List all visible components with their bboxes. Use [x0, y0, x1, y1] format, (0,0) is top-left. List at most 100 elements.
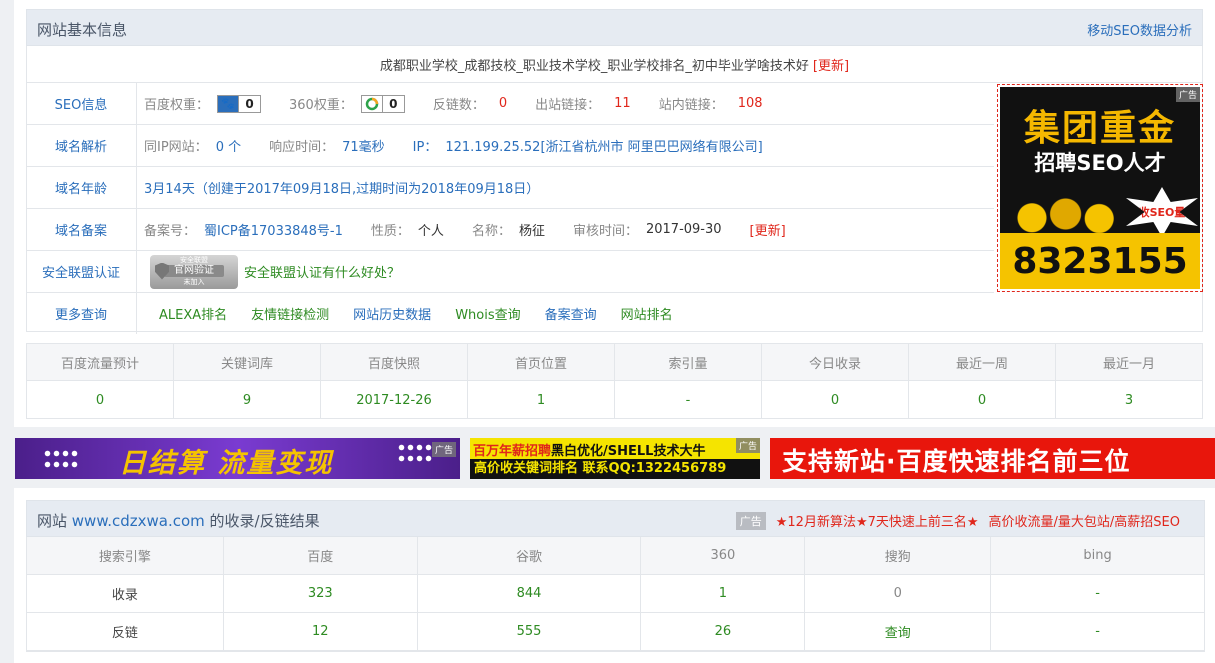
header-baidu: 百度 [224, 537, 418, 574]
stats-value-cell[interactable]: 1 [468, 381, 615, 419]
internal-value[interactable]: 108 [738, 96, 763, 111]
site-rank-link[interactable]: 网站排名 [621, 304, 673, 323]
stats-header-cell: 最近一月 [1102, 356, 1155, 372]
icp-name-label: 名称： [471, 224, 511, 239]
banner2-line1a: 百万年薪招聘 [473, 444, 552, 459]
index-cell[interactable]: 323 [224, 575, 418, 612]
stats-value-cell[interactable]: 3 [1056, 381, 1202, 419]
more-query-label: 更多查询 [26, 293, 137, 334]
backlink-cell[interactable]: 12 [224, 613, 418, 650]
table-header-row: 搜索引擎 百度 谷歌 360 搜狗 bing [27, 537, 1204, 575]
friend-link-check[interactable]: 友情链接检测 [251, 304, 329, 323]
ip-value[interactable]: 121.199.25.52[浙江省杭州市 阿里巴巴网络有限公司] [445, 136, 762, 155]
domain-age-row: 域名年龄 3月14天（创建于2017年09月18日,过期时间为2018年09月1… [26, 167, 994, 209]
stats-header-cell: 索引量 [615, 344, 762, 380]
table-row: 收录 323 844 1 0 - [27, 575, 1204, 613]
banner3-text: 支持新站·百度快速排名前三位 [782, 447, 1131, 476]
mobile-seo-link[interactable]: 移动SEO数据分析 [1087, 20, 1192, 39]
ad-line2: 招聘SEO人才 [1034, 151, 1166, 175]
icp-audit-label: 审核时间： [572, 224, 638, 239]
ad-label: 广告 [735, 511, 766, 530]
ad-badge: 收SEO量 [1126, 187, 1198, 237]
text-ad-2[interactable]: 高价收流量/量大包站/高薪招SEO [989, 511, 1180, 530]
ad-tag: 广告 [735, 438, 760, 453]
domain-age-label: 域名年龄 [26, 167, 137, 208]
stats-header-cell: 百度流量预计 [27, 344, 174, 380]
stats-header-row: 百度流量预计 关键词库 百度快照 首页位置 索引量 今日收录 最近一周 最近一月 [27, 344, 1202, 381]
header-bing: bing [1083, 548, 1112, 563]
response-label: 响应时间： [269, 140, 335, 155]
site-title: 成都职业学校_成都技校_职业技术学校_职业学校排名_初中毕业学啥技术好 [379, 58, 809, 74]
stats-value-row: 0 9 2017-12-26 1 - 0 0 3 [27, 381, 1202, 419]
alexa-link[interactable]: ALEXA排名 [159, 304, 227, 323]
backlinks-value[interactable]: 0 [499, 96, 507, 111]
index-cell[interactable]: 1 [641, 575, 806, 612]
security-badge[interactable]: 安全联盟 官网验证 未加入 [150, 254, 238, 289]
security-label: 安全联盟认证 [26, 251, 137, 292]
backlink-cell[interactable]: 26 [641, 613, 806, 650]
security-row: 安全联盟认证 安全联盟 官网验证 未加入 安全联盟认证有什么好处？ [26, 251, 994, 293]
icp-query-link[interactable]: 备案查询 [545, 304, 597, 323]
banner-fast-rank[interactable]: 支持新站·百度快速排名前三位 [770, 438, 1215, 479]
outbound-label: 出站链接： [535, 98, 601, 113]
table-row: 反链 12 555 26 查询 - [27, 613, 1204, 651]
whois-link[interactable]: Whois查询 [455, 304, 520, 323]
title-update-link[interactable]: [更新] [813, 55, 849, 74]
row-label: 反链 [27, 613, 224, 650]
icp-row: 域名备案 备案号： 蜀ICP备17033848号-1 性质： 个人 名称： 杨征… [26, 209, 994, 251]
stats-value-cell[interactable]: 9 [174, 381, 321, 419]
banner-daily-settlement[interactable]: 日结算 流量变现 广告 [15, 438, 460, 479]
panel-title: 网站基本信息 [37, 21, 128, 39]
stats-header-cell: 首页位置 [468, 344, 615, 380]
stats-table: 百度流量预计 关键词库 百度快照 首页位置 索引量 今日收录 最近一周 最近一月… [26, 343, 1203, 419]
baidu-weight-value: 0 [238, 95, 261, 112]
icp-update-link[interactable]: [更新] [750, 220, 786, 239]
response-value: 71毫秒 [342, 140, 385, 155]
index-cell[interactable]: 844 [418, 575, 642, 612]
baidu-weight-badge[interactable]: 🐾 0 [217, 94, 262, 113]
weight360-badge[interactable]: 0 [360, 94, 405, 113]
stats-value-cell[interactable]: - [615, 381, 762, 419]
site-title-row: 成都职业学校_成都技校_职业技术学校_职业学校排名_初中毕业学啥技术好 [更新] [26, 46, 1203, 83]
stats-value-cell[interactable]: 2017-12-26 [321, 381, 468, 419]
banner-recruit[interactable]: 百万年薪招聘黑白优化/SHELL技术大牛 高价收关键词排名 联系QQ:13224… [470, 438, 760, 479]
header-sogou: 搜狗 [805, 537, 992, 574]
basic-info-header: 网站基本信息 移动SEO数据分析 [26, 9, 1203, 46]
domain-link[interactable]: www.cdzxwa.com [72, 512, 205, 530]
stats-value-cell[interactable]: 0 [909, 381, 1056, 419]
stats-header-cell: 最近一周 [909, 344, 1056, 380]
ip-label: IP： [412, 140, 438, 155]
icp-number-label: 备案号： [144, 224, 197, 239]
ad-tag: 广告 [431, 442, 456, 457]
text-ad-1[interactable]: ★12月新算法★7天快速上前三名★ [776, 511, 979, 530]
index-results-table: 搜索引擎 百度 谷歌 360 搜狗 bing 收录 323 844 1 0 - … [26, 537, 1205, 652]
so360-ring-icon [362, 96, 382, 112]
side-ad-box[interactable]: 广告 集团重金 招聘SEO人才 收SEO量 8323155 [997, 84, 1203, 292]
dots-icon [43, 448, 79, 470]
index-cell[interactable]: 0 [805, 575, 992, 612]
icp-nature-label: 性质： [370, 224, 410, 239]
icp-name-value: 杨征 [518, 224, 545, 239]
icp-number-value[interactable]: 蜀ICP备17033848号-1 [204, 220, 343, 239]
dns-row: 域名解析 同IP网站： 0 个 响应时间： 71毫秒 IP： 121.199.2… [26, 125, 994, 167]
icp-label: 域名备案 [26, 209, 137, 250]
backlinks-label: 反链数： [432, 98, 485, 113]
same-ip-value[interactable]: 0 个 [216, 136, 241, 155]
security-benefit-link[interactable]: 安全联盟认证有什么好处？ [244, 262, 400, 281]
index-results-header: 网站 www.cdzxwa.com 的收录/反链结果 广告 ★12月新算法★7天… [26, 500, 1205, 537]
history-data-link[interactable]: 网站历史数据 [353, 304, 431, 323]
icp-audit-value: 2017-09-30 [645, 222, 722, 237]
backlink-cell[interactable]: 555 [418, 613, 642, 650]
dns-label: 域名解析 [26, 125, 137, 166]
header-google: 谷歌 [418, 537, 642, 574]
stats-header-cell: 今日收录 [762, 344, 909, 380]
baidu-paw-icon: 🐾 [218, 95, 239, 112]
dots-icon [397, 442, 433, 464]
outbound-value[interactable]: 11 [614, 96, 631, 111]
ad-number-bar: 8323155 [1000, 233, 1200, 289]
stats-value-cell[interactable]: 0 [27, 381, 174, 419]
stats-value-cell[interactable]: 0 [762, 381, 909, 419]
weight360-label: 360权重： [289, 98, 353, 113]
sogou-query-link[interactable]: 查询 [805, 613, 992, 650]
index-cell: - [1095, 586, 1100, 601]
